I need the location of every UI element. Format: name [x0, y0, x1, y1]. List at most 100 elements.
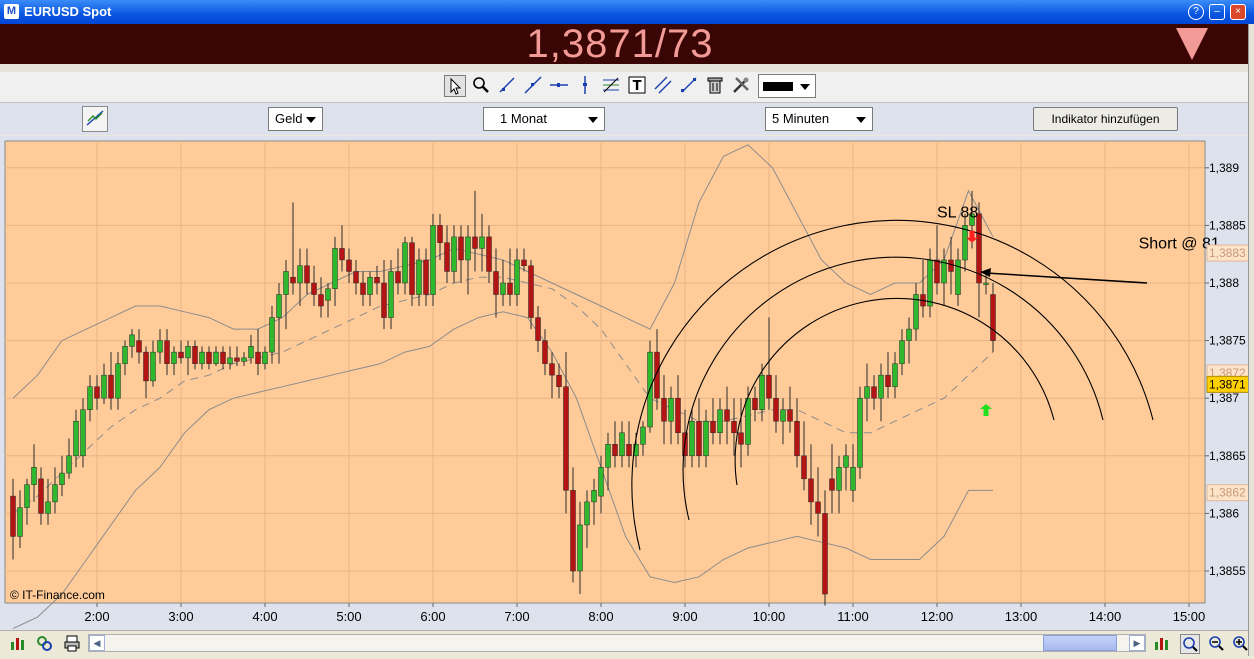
candle-body: [801, 455, 807, 480]
add-indicator-button[interactable]: Indikator hinzufügen: [1033, 107, 1178, 131]
candle-body: [241, 357, 247, 362]
print-icon[interactable]: [62, 634, 82, 654]
candle-body: [990, 294, 996, 341]
candle-body: [353, 271, 359, 284]
candle-body: [822, 513, 828, 595]
candle-body: [423, 259, 429, 295]
candle-body: [388, 271, 394, 318]
fibonacci-icon[interactable]: [600, 75, 622, 97]
candle-body: [794, 420, 800, 457]
candle-body: [948, 259, 954, 272]
zoom-fit-icon[interactable]: [1180, 634, 1200, 654]
candle-body: [850, 467, 856, 491]
scroll-left-icon[interactable]: ◀: [89, 635, 105, 651]
candle-body: [556, 374, 562, 387]
tools-icon[interactable]: [730, 75, 752, 97]
price-chart[interactable]: 1,389 1,3885 1,388 1,3875 1,387 1,3865 1,386 1,…: [0, 136, 1248, 630]
trend-line-icon[interactable]: [496, 75, 518, 97]
horizontal-scrollbar[interactable]: ◀ ▶: [88, 634, 1146, 652]
candle-body: [66, 455, 72, 474]
chevron-down-icon: [588, 117, 598, 123]
y-tick-label: 1,387: [1209, 391, 1239, 405]
candle-body: [983, 282, 989, 285]
candle-body: [493, 271, 499, 295]
chevron-down-icon: [856, 117, 866, 123]
candle-body: [192, 346, 198, 364]
candle-body: [472, 236, 478, 249]
chart-area[interactable]: 1,389 1,3885 1,388 1,3875 1,387 1,3865 1,386 1,…: [0, 136, 1248, 630]
candle-body: [661, 397, 667, 422]
zoom-in-icon[interactable]: [1230, 634, 1250, 654]
line-color-select[interactable]: [758, 74, 816, 98]
y-tick-label: 1,3865: [1209, 449, 1246, 463]
scroll-thumb[interactable]: [1043, 635, 1117, 651]
candle-body: [500, 282, 506, 295]
candle-body: [843, 455, 849, 468]
price-type-select[interactable]: Geld: [268, 107, 323, 131]
line-icon[interactable]: [522, 75, 544, 97]
price-tag-label: 1,3871: [1209, 377, 1246, 391]
candle-body: [591, 490, 597, 503]
candle-body: [157, 340, 163, 353]
help-button[interactable]: ?: [1188, 4, 1204, 20]
select-pointer-icon[interactable]: [444, 75, 466, 97]
add-chart-right-icon[interactable]: [1152, 634, 1172, 654]
zoom-icon[interactable]: [470, 75, 492, 97]
candle-body: [528, 265, 534, 318]
svg-text:T: T: [633, 79, 642, 94]
scroll-right-icon[interactable]: ▶: [1129, 635, 1145, 651]
chevron-down-icon: [800, 84, 810, 90]
vertical-line-icon[interactable]: [574, 75, 596, 97]
trash-icon[interactable]: [704, 75, 726, 97]
candle-body: [108, 374, 114, 399]
candle-body: [829, 478, 835, 491]
parallel-lines-icon[interactable]: [652, 75, 674, 97]
period-value: 1 Monat: [500, 111, 547, 126]
period-select[interactable]: 1 Monat: [483, 107, 605, 131]
x-tick-label: 2:00: [84, 609, 109, 624]
candle-body: [766, 374, 772, 399]
candle-body: [759, 374, 765, 410]
x-tick-label: 5:00: [336, 609, 361, 624]
window-edge: [1248, 24, 1254, 656]
candle-body: [626, 444, 632, 457]
settings-icon[interactable]: [34, 634, 54, 654]
candle-body: [710, 420, 716, 434]
candle-body: [220, 351, 226, 364]
candle-body: [346, 259, 352, 272]
candle-body: [395, 271, 401, 284]
candle-body: [178, 351, 184, 359]
add-chart-icon[interactable]: [8, 634, 28, 654]
candle-body: [619, 432, 625, 457]
candle-body: [24, 484, 30, 508]
price-type-value: Geld: [275, 111, 303, 126]
interval-select[interactable]: 5 Minuten: [765, 107, 873, 131]
candle-body: [248, 346, 254, 359]
minimize-button[interactable]: –: [1209, 4, 1225, 20]
text-icon[interactable]: T: [626, 75, 648, 97]
candle-body: [465, 236, 471, 261]
candle-body: [325, 288, 331, 301]
candle-body: [668, 397, 674, 422]
zoom-out-icon[interactable]: [1206, 634, 1226, 654]
candle-body: [521, 259, 527, 266]
candle-body: [416, 259, 422, 295]
candle-body: [339, 248, 345, 261]
chevron-down-icon: [306, 117, 316, 123]
candle-body: [87, 386, 93, 410]
x-tick-label: 8:00: [588, 609, 613, 624]
candle-body: [227, 357, 233, 364]
window-title: EURUSD Spot: [24, 4, 112, 19]
close-button[interactable]: ×: [1230, 4, 1246, 20]
candle-body: [402, 242, 408, 284]
color-swatch: [763, 82, 793, 91]
candle-body: [927, 259, 933, 307]
x-tick-label: 4:00: [252, 609, 277, 624]
candle-body: [955, 259, 961, 295]
candle-body: [255, 351, 261, 364]
chart-settings-icon[interactable]: [82, 106, 108, 132]
horizontal-line-icon[interactable]: [548, 75, 570, 97]
x-tick-label: 12:00: [921, 609, 954, 624]
channel-icon[interactable]: [678, 75, 700, 97]
candle-body: [206, 351, 212, 364]
